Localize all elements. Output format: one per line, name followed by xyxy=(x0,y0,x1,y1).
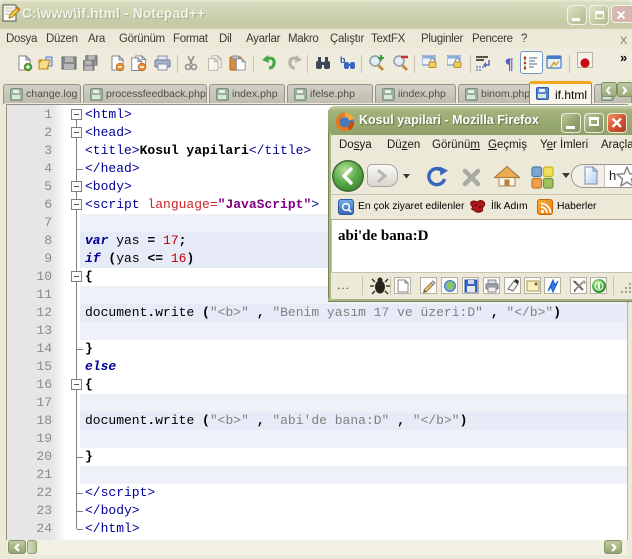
svg-text:¶: ¶ xyxy=(505,56,514,72)
